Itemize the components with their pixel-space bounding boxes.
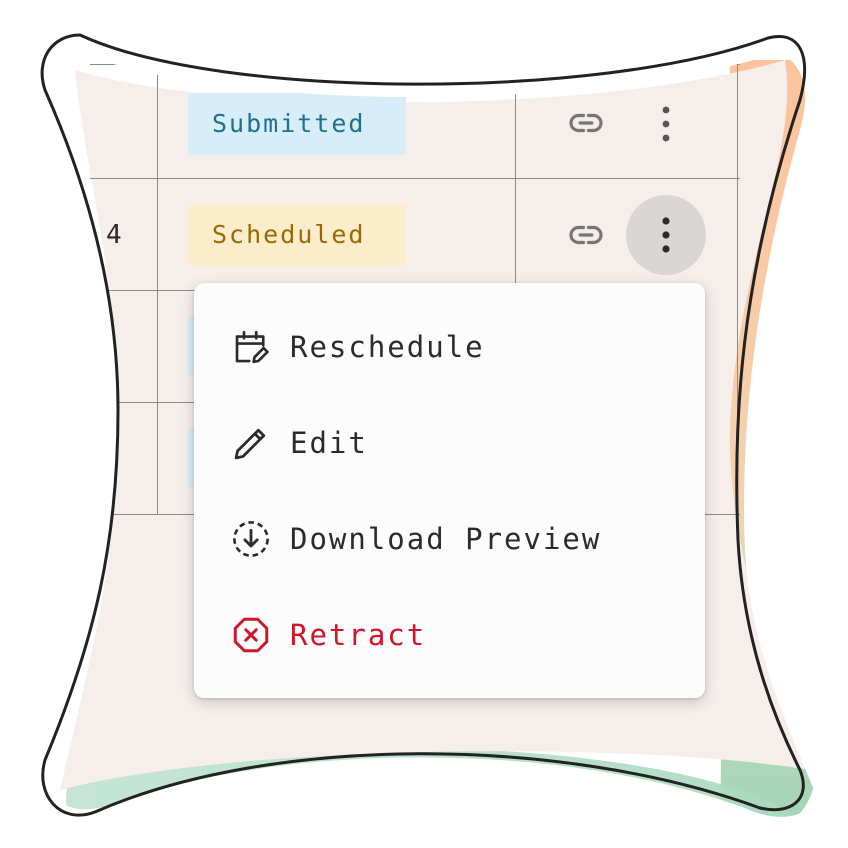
menu-item-download-preview[interactable]: Download Preview <box>194 491 705 587</box>
table-border-line <box>90 514 195 515</box>
more-vert-icon <box>662 106 670 142</box>
status-badge-submitted: Submitted <box>188 93 406 155</box>
menu-item-edit[interactable]: Edit <box>194 395 705 491</box>
table-border-line <box>90 290 195 291</box>
calendar-edit-icon <box>235 330 269 364</box>
table-border-line <box>90 178 740 179</box>
table-column-divider <box>737 64 738 514</box>
more-options-button-active[interactable] <box>626 195 706 275</box>
more-options-button[interactable] <box>626 84 706 164</box>
status-badge-scheduled: Scheduled <box>188 204 406 266</box>
row-actions-menu: Reschedule Edit Download Preview Retract <box>194 283 705 698</box>
close-octagon-icon <box>233 617 269 653</box>
table-column-divider <box>157 64 158 514</box>
table-border-line <box>705 514 740 515</box>
table-border-line <box>90 402 195 403</box>
link-icon[interactable] <box>566 215 606 255</box>
download-circle-icon <box>233 521 269 557</box>
menu-item-reschedule[interactable]: Reschedule <box>194 299 705 395</box>
pencil-icon <box>234 428 266 460</box>
menu-item-label: Edit <box>290 426 368 460</box>
table-border-line <box>90 64 740 65</box>
menu-item-label: Reschedule <box>290 330 485 364</box>
more-vert-icon <box>662 217 670 253</box>
table-column-divider <box>515 64 516 284</box>
menu-item-retract[interactable]: Retract <box>194 587 705 683</box>
row-id: 4 <box>106 220 122 250</box>
link-icon[interactable] <box>566 103 606 143</box>
menu-item-label: Retract <box>290 618 427 652</box>
menu-item-label: Download Preview <box>290 522 602 556</box>
